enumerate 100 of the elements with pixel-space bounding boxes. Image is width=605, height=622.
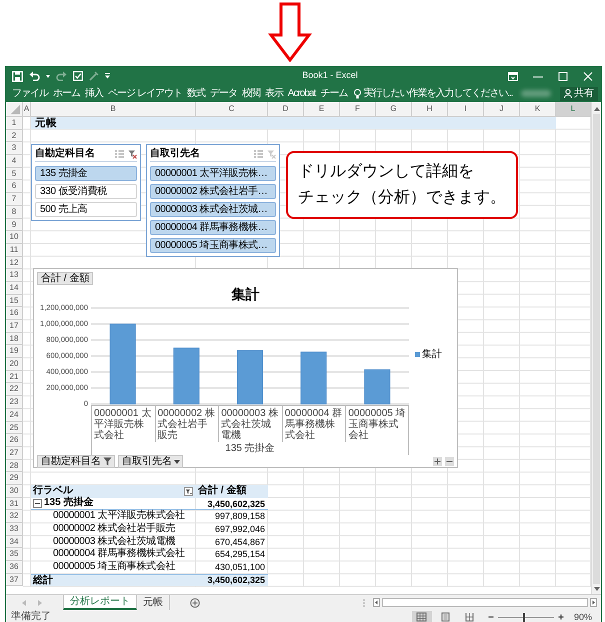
row-number[interactable]: 14	[6, 282, 23, 295]
row-number[interactable]: 16	[6, 307, 23, 320]
row-number[interactable]: 36	[6, 561, 23, 574]
field-button[interactable]: 合計 / 金額	[37, 272, 94, 285]
person-icon	[564, 89, 572, 98]
row-number[interactable]: 9	[6, 218, 23, 232]
column-header[interactable]: A	[23, 102, 31, 117]
column-header[interactable]: L	[556, 102, 591, 117]
ribbon-tab[interactable]: 校閲	[242, 88, 260, 100]
row-number[interactable]: 1	[6, 117, 23, 130]
row-number[interactable]: 19	[6, 345, 23, 358]
field-button[interactable]: 自勘定科目名	[37, 455, 115, 468]
maximize-icon[interactable]	[558, 72, 568, 80]
filter-icon[interactable]	[103, 457, 112, 466]
row-number[interactable]: 27	[6, 446, 23, 460]
slicer-item[interactable]: 500 売上高	[35, 202, 137, 217]
clear-filter-icon[interactable]	[128, 150, 137, 158]
row-number[interactable]: 20	[6, 358, 23, 371]
view-button[interactable]	[412, 610, 432, 622]
scroll-right-icon[interactable]	[590, 598, 597, 607]
scroll-up-icon[interactable]	[594, 107, 600, 111]
scroll-down-icon[interactable]	[594, 587, 600, 591]
expand-field-icon[interactable]	[433, 457, 442, 466]
slicer-item[interactable]: 135 売掛金	[35, 166, 137, 181]
splitter-handle[interactable]	[363, 598, 365, 606]
row-number[interactable]: 10	[6, 231, 23, 244]
slicer-item[interactable]: 330 仮受消費税	[35, 184, 137, 199]
ribbon-tab[interactable]: ホーム	[53, 88, 80, 100]
undo-icon[interactable]	[29, 71, 40, 81]
row-number[interactable]: 35	[6, 548, 23, 562]
caret-icon[interactable]	[174, 460, 180, 464]
multi-select-icon[interactable]	[254, 150, 263, 158]
value-cell-text: 997,809,158	[214, 510, 266, 523]
slicer-item[interactable]: 00000004 群馬事務機株…	[150, 220, 276, 235]
sheet-tab[interactable]: 分析レポート	[63, 595, 137, 610]
bar	[236, 350, 264, 404]
save-icon[interactable]	[12, 70, 23, 82]
share-button[interactable]: 共有	[560, 86, 598, 100]
down-arrow	[268, 2, 312, 62]
row-number[interactable]: 18	[6, 332, 23, 346]
row-number[interactable]: 31	[6, 498, 23, 510]
tell-me-search-field[interactable]: 実行したい作業を入力してください...	[354, 86, 513, 101]
row-number[interactable]: 24	[6, 408, 23, 422]
scroll-left-icon[interactable]	[373, 598, 380, 607]
ribbon-tab[interactable]: 数式	[186, 88, 205, 100]
row-number[interactable]: 12	[6, 256, 23, 270]
row-number[interactable]: 15	[6, 294, 23, 308]
ribbon-display-icon[interactable]	[508, 72, 518, 80]
zoom-in-icon[interactable]	[558, 614, 564, 620]
close-icon[interactable]	[583, 72, 593, 80]
ribbon-tab[interactable]: チーム	[320, 88, 348, 100]
row-number[interactable]: 22	[6, 383, 23, 396]
customize-icon[interactable]	[105, 73, 110, 79]
add-sheet-icon[interactable]	[190, 598, 200, 608]
row-number[interactable]: 6	[6, 180, 23, 194]
row-number[interactable]: 8	[6, 206, 23, 218]
row-number[interactable]: 26	[6, 434, 23, 447]
row-number[interactable]: 34	[6, 536, 23, 548]
bar	[173, 348, 200, 404]
row-number[interactable]: 33	[6, 523, 23, 536]
row-number[interactable]: 25	[6, 422, 23, 434]
ribbon-tab[interactable]: ページ レイアウト	[108, 88, 182, 100]
filter-dropdown-icon[interactable]	[184, 486, 193, 496]
row-number[interactable]: 21	[6, 370, 23, 384]
row-number[interactable]: 7	[6, 193, 23, 206]
slicer-item[interactable]: 00000003 株式会社茨城…	[150, 202, 276, 217]
row-number[interactable]: 37	[6, 574, 23, 586]
row-number[interactable]: 4	[6, 155, 23, 168]
legend-label: 集計	[422, 349, 442, 360]
page-layout-icon	[440, 612, 452, 622]
row-number[interactable]: 13	[6, 269, 23, 282]
zoom-slider-thumb[interactable]	[523, 612, 526, 622]
zoom-out-icon[interactable]	[488, 614, 494, 620]
horizontal-scrollbar[interactable]	[382, 598, 588, 607]
ribbon-tab[interactable]: Acrobat	[288, 88, 316, 100]
slicer-item[interactable]: 00000001 太平洋販売株…	[150, 166, 276, 181]
ribbon-tab[interactable]: データ	[210, 88, 237, 100]
multi-select-icon[interactable]	[115, 150, 124, 158]
row-number[interactable]: 11	[6, 244, 23, 257]
row-number[interactable]: 2	[6, 130, 23, 142]
slicer-item[interactable]: 00000005 埼玉商事株式…	[150, 238, 276, 253]
field-button[interactable]: 自取引先名	[118, 455, 183, 468]
checkbox-icon[interactable]	[73, 71, 83, 81]
collapse-field-icon[interactable]	[445, 457, 454, 466]
ribbon-tab[interactable]: 挿入	[85, 88, 103, 100]
row-number[interactable]: 29	[6, 472, 23, 485]
row-number[interactable]: 30	[6, 484, 23, 498]
row-number[interactable]: 23	[6, 396, 23, 409]
row-number[interactable]: 3	[6, 142, 23, 156]
row-number[interactable]: 5	[6, 168, 23, 180]
ribbon-tab[interactable]: ファイル	[12, 88, 48, 100]
ribbon-tab[interactable]: 表示	[264, 88, 283, 100]
caret-icon[interactable]	[46, 74, 50, 78]
collapse-icon[interactable]	[33, 498, 42, 508]
row-number[interactable]: 32	[6, 510, 23, 523]
scrollbar-thumb[interactable]	[593, 114, 600, 584]
row-number[interactable]: 17	[6, 320, 23, 333]
row-number[interactable]: 28	[6, 460, 23, 472]
slicer-item[interactable]: 00000002 株式会社岩手…	[150, 184, 276, 199]
zoom-level[interactable]: 90%	[574, 611, 592, 622]
